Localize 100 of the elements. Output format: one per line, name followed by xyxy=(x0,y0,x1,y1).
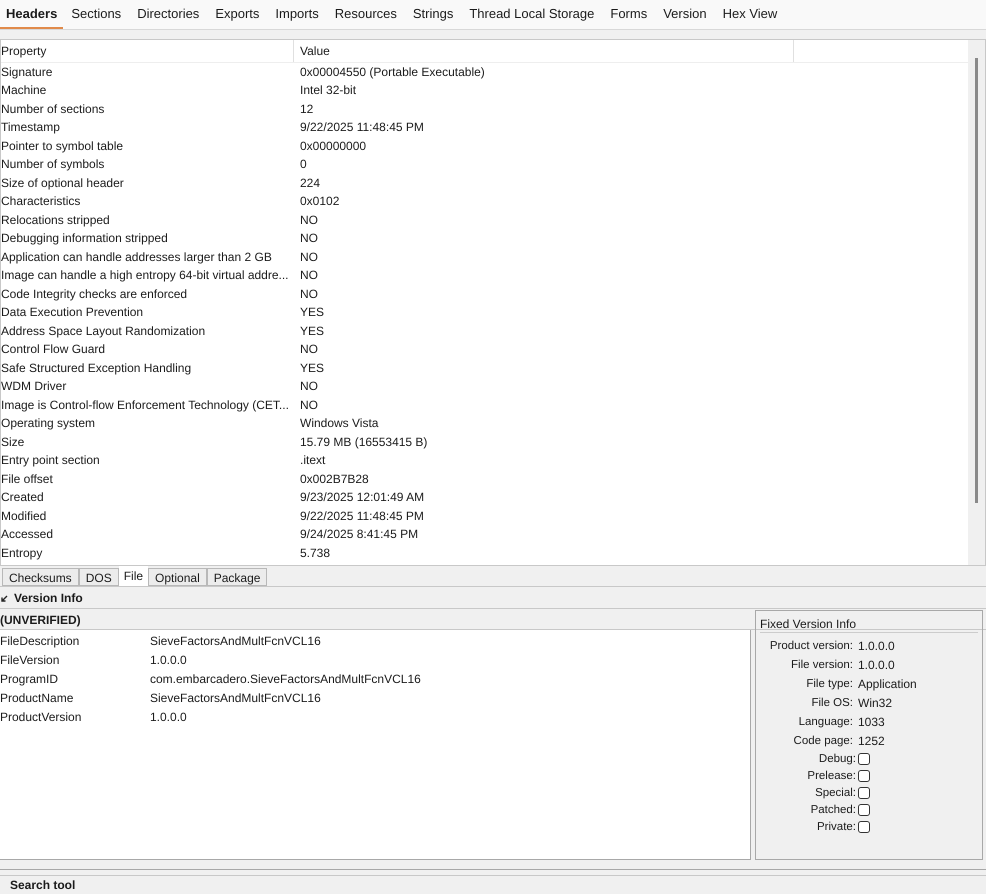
table-cell-text: NO xyxy=(299,378,318,396)
checkbox-label: Private: xyxy=(816,820,857,835)
table-cell-text: SieveFactorsAndMultFcnVCL16 xyxy=(150,690,321,708)
tab[interactable]: DOS xyxy=(78,568,119,586)
column-header[interactable]: Value xyxy=(294,40,794,62)
tab[interactable]: Version xyxy=(655,0,715,29)
table-cell-text: 9/24/2025 8:41:45 PM xyxy=(299,526,418,544)
table-cell-text: 0x002B7B28 xyxy=(299,470,369,488)
table-cell-text: 9/22/2025 11:48:45 PM xyxy=(299,508,424,525)
table-cell-text: Created xyxy=(1,489,45,506)
table-cell-text: 0x00000000 xyxy=(299,138,366,155)
table-cell-text: ProgramID xyxy=(0,671,60,688)
table-cell-text: SieveFactorsAndMultFcnVCL16 xyxy=(150,633,321,650)
table-cell-text: 9/22/2025 11:48:45 PM xyxy=(299,119,424,136)
table-cell-text: Entry point section xyxy=(1,452,101,470)
table-cell-text: ProductVersion xyxy=(0,709,82,726)
table-cell-text: 12 xyxy=(299,100,314,118)
table-cell-text: 0 xyxy=(299,156,307,174)
table-cell-text: Application can handle addresses larger than 2 GB xyxy=(1,248,273,266)
tab[interactable]: Directories xyxy=(129,0,208,29)
table-cell-text: NO xyxy=(299,396,318,414)
table-cell-text: 9/23/2025 12:01:49 AM xyxy=(299,489,424,506)
tab[interactable]: Resources xyxy=(326,0,405,29)
table-cell-text: File offset xyxy=(1,470,54,488)
table-cell-text: YES xyxy=(299,322,324,340)
field-value: Win32 xyxy=(858,695,892,712)
checkbox-label: Special: xyxy=(814,786,857,801)
checkbox-label: Prelease: xyxy=(806,768,857,784)
table-cell-text: Safe Structured Exception Handling xyxy=(1,360,192,377)
table-cell-text: Characteristics xyxy=(1,193,82,210)
section-title: Version Info xyxy=(14,590,83,608)
collapse-icon[interactable] xyxy=(1,594,8,602)
table-cell-text: YES xyxy=(299,360,324,377)
tab[interactable]: Forms xyxy=(602,0,656,29)
tab[interactable]: Hex View xyxy=(714,0,786,29)
table-cell-text: NO xyxy=(299,341,318,358)
table-cell-text: Timestamp xyxy=(1,119,61,136)
tab[interactable]: Exports xyxy=(207,0,268,29)
column-header[interactable]: Property xyxy=(1,40,294,62)
table-cell-text: Operating system xyxy=(1,415,96,432)
tab[interactable]: Checksums xyxy=(2,568,79,586)
table-cell-text: 1.0.0.0 xyxy=(150,652,187,670)
table-cell-text: Intel 32-bit xyxy=(299,82,356,100)
field-value: 1252 xyxy=(858,733,885,750)
checkbox[interactable] xyxy=(858,804,870,816)
field-label: File OS: xyxy=(810,696,854,711)
table-cell-text: Modified xyxy=(1,508,48,525)
table-cell-text: 0x00004550 (Portable Executable) xyxy=(299,64,485,81)
panel-title: Fixed Version Info xyxy=(760,614,978,633)
tab[interactable]: Optional xyxy=(148,568,207,586)
checkbox[interactable] xyxy=(858,787,870,800)
table-cell-text: NO xyxy=(299,248,318,266)
table-cell-text: FileDescription xyxy=(0,633,80,650)
table-cell-text: Image can handle a high entropy 64-bit virtual addre... xyxy=(1,267,290,284)
table-cell-text: 0x0102 xyxy=(299,193,340,210)
table-cell-text: 224 xyxy=(299,174,320,192)
table-cell-text: Size of optional header xyxy=(1,174,125,192)
checkbox[interactable] xyxy=(858,821,870,834)
table-cell-text: Address Space Layout Randomization xyxy=(1,322,206,340)
table-cell-text: 5.738 xyxy=(299,544,330,562)
table-cell-text: com.embarcadero.SieveFactorsAndMultFcnVCL16 xyxy=(150,671,421,688)
field-label: Product version: xyxy=(768,638,854,654)
checkbox[interactable] xyxy=(858,753,870,766)
table-cell-text: Windows Vista xyxy=(299,415,378,432)
tab[interactable]: Imports xyxy=(267,0,327,29)
table-cell-text: Size xyxy=(1,434,26,451)
table-cell-text: NO xyxy=(299,212,318,229)
table-cell-text: Control Flow Guard xyxy=(1,341,106,358)
field-value: 1.0.0.0 xyxy=(858,657,895,674)
tab[interactable]: File xyxy=(118,566,148,586)
field-value: Application xyxy=(858,676,917,694)
tab[interactable]: Strings xyxy=(404,0,462,29)
field-value: 1.0.0.0 xyxy=(858,638,895,656)
tab[interactable]: Thread Local Storage xyxy=(461,0,602,29)
scrollbar[interactable] xyxy=(968,40,985,565)
tab[interactable]: Package xyxy=(206,568,268,586)
panel-title: Search tool xyxy=(10,877,76,894)
table-cell-text: 1.0.0.0 xyxy=(150,709,187,726)
table-cell-text: Debugging information stripped xyxy=(1,230,169,248)
table-cell-text: NO xyxy=(299,267,318,284)
table-cell-text: ProductName xyxy=(0,690,74,708)
checkbox[interactable] xyxy=(858,770,870,782)
tab[interactable]: Sections xyxy=(63,0,130,29)
checkbox-label: Debug: xyxy=(818,752,857,767)
field-label: Language: xyxy=(798,714,854,730)
table-cell-text: Image is Control-flow Enforcement Technology (CET... xyxy=(1,396,290,414)
section-heading: (UNVERIFIED) xyxy=(0,612,81,630)
table-cell-text: WDM Driver xyxy=(1,378,68,396)
table-cell-text: Accessed xyxy=(1,526,54,544)
table-cell-text: Relocations stripped xyxy=(1,212,111,229)
field-label: Code page: xyxy=(792,734,854,749)
tab[interactable]: Headers xyxy=(0,0,64,29)
field-value: 1033 xyxy=(858,714,885,732)
table-cell-text: 15.79 MB (16553415 B) xyxy=(299,434,428,451)
table-cell-text: YES xyxy=(299,304,324,322)
table-cell-text: Number of symbols xyxy=(1,156,106,174)
table-cell-text: Number of sections xyxy=(1,100,106,118)
field-label: File version: xyxy=(790,658,854,673)
table-cell-text: FileVersion xyxy=(0,652,60,670)
table-cell-text: Data Execution Prevention xyxy=(1,304,144,322)
